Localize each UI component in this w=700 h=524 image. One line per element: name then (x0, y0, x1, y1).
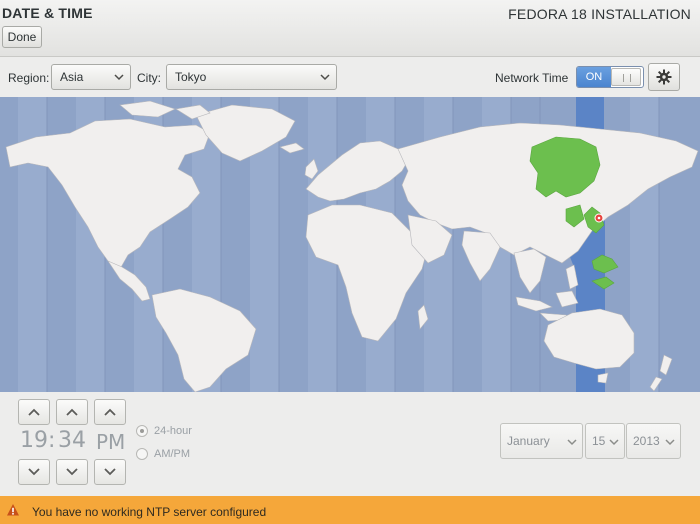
chevron-down-icon (104, 468, 116, 476)
region-label: Region: (8, 71, 50, 85)
tokyo-city-marker[interactable] (594, 213, 604, 223)
switch-on-label: ON (577, 67, 611, 87)
page-title: DATE & TIME (2, 5, 93, 21)
month-combobox[interactable]: January (500, 423, 583, 459)
chevron-up-icon (104, 408, 116, 416)
region-value: Asia (60, 70, 84, 84)
day-value: 15 (592, 434, 606, 448)
time-separator: : (48, 428, 56, 453)
radio-24-hour-label[interactable]: 24-hour (154, 425, 192, 437)
network-time-label: Network Time (495, 71, 569, 85)
chevron-down-icon (609, 439, 619, 446)
switch-knob[interactable] (611, 68, 641, 86)
chevron-down-icon (114, 74, 124, 81)
year-value: 2013 (633, 434, 660, 448)
chevron-down-icon (665, 439, 675, 446)
done-button[interactable]: Done (2, 26, 42, 48)
day-combobox[interactable]: 15 (585, 423, 625, 459)
world-map[interactable] (0, 97, 700, 392)
network-time-switch[interactable]: ON (576, 66, 644, 88)
ntp-settings-button[interactable] (648, 63, 680, 91)
time-date-panel: 19 : 34 PM 24-hour AM/PM January 15 2013 (0, 392, 700, 496)
year-combobox[interactable]: 2013 (626, 423, 681, 459)
hour-decrement-button[interactable] (18, 459, 50, 485)
warning-message: You have no working NTP server configure… (32, 505, 267, 519)
minute-increment-button[interactable] (56, 399, 88, 425)
chevron-down-icon (567, 439, 577, 446)
hours-display: 19 (20, 428, 48, 453)
city-label: City: (137, 71, 161, 85)
hour-increment-button[interactable] (18, 399, 50, 425)
timezone-toolbar: Region: Asia City: Tokyo Network Time ON (0, 57, 700, 97)
installer-title: FEDORA 18 INSTALLATION (508, 6, 691, 22)
timezone-map[interactable] (0, 97, 700, 392)
city-value: Tokyo (175, 70, 207, 84)
period-display: PM (96, 430, 126, 454)
chevron-down-icon (320, 74, 330, 81)
radio-24-hour[interactable] (136, 425, 148, 437)
chevron-up-icon (28, 408, 40, 416)
period-decrement-button[interactable] (94, 459, 126, 485)
warning-bar: You have no working NTP server configure… (0, 496, 700, 524)
header-bar: DATE & TIME FEDORA 18 INSTALLATION Done (0, 0, 700, 57)
chevron-down-icon (66, 468, 78, 476)
city-combobox[interactable]: Tokyo (166, 64, 337, 90)
radio-ampm-label[interactable]: AM/PM (154, 448, 190, 460)
minutes-display: 34 (58, 428, 86, 453)
month-value: January (507, 434, 550, 448)
chevron-down-icon (28, 468, 40, 476)
radio-ampm[interactable] (136, 448, 148, 460)
minute-decrement-button[interactable] (56, 459, 88, 485)
period-increment-button[interactable] (94, 399, 126, 425)
region-combobox[interactable]: Asia (51, 64, 131, 90)
gear-icon (656, 69, 672, 85)
chevron-up-icon (66, 408, 78, 416)
warning-icon (7, 504, 19, 516)
